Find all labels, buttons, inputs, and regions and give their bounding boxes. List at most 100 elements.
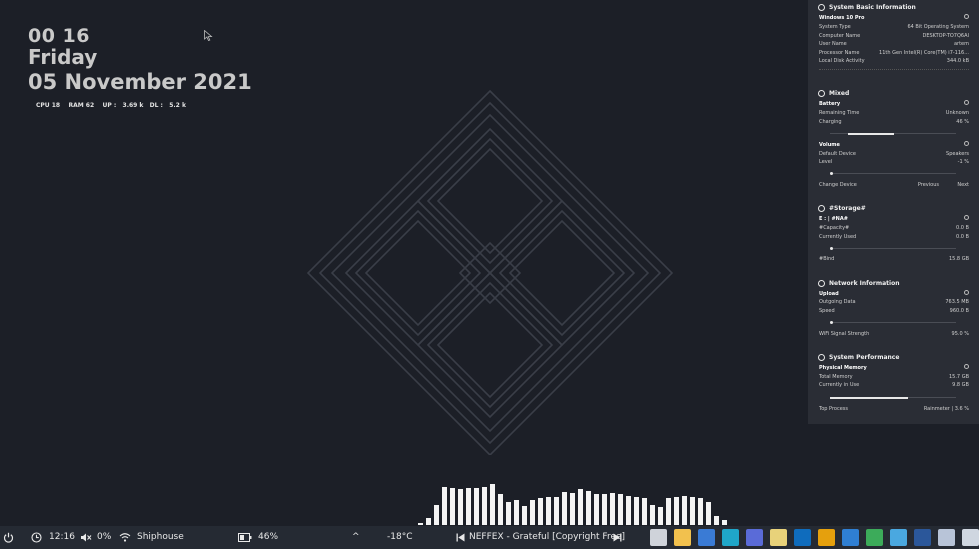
power-icon[interactable] — [3, 532, 14, 543]
network-title[interactable]: Network Information — [818, 280, 899, 287]
visualizer-bar — [682, 496, 687, 525]
visualizer-bar — [698, 498, 703, 525]
system-stats-line: CPU 18 RAM 62 UP : 3.69 k DL : 5.2 k — [36, 102, 186, 109]
store-icon[interactable] — [746, 529, 763, 546]
grid-icon[interactable] — [962, 529, 979, 546]
info-row: Local Disk Activity 344.0 kB — [819, 58, 969, 64]
notes-icon[interactable] — [770, 529, 787, 546]
gear-icon[interactable] — [964, 215, 969, 220]
visualizer-bar — [706, 502, 711, 525]
volume-slider-handle[interactable] — [830, 172, 833, 175]
gear-icon[interactable] — [964, 141, 969, 146]
ghost-icon[interactable] — [938, 529, 955, 546]
circle-icon — [818, 4, 825, 11]
rainmeter-info-panel: System Basic Information Windows 10 Pro … — [808, 0, 979, 424]
info-row: System Type 64 Bit Operating System — [819, 24, 969, 30]
network-bar — [830, 321, 956, 324]
network-bar-dot — [830, 321, 833, 324]
taskbar-clock[interactable]: 12:16 — [49, 526, 75, 549]
speaker-muted-icon[interactable] — [80, 532, 92, 543]
file-explorer-icon[interactable] — [674, 529, 691, 546]
visualizer-bar — [498, 494, 503, 525]
previous-track-icon[interactable] — [456, 533, 465, 542]
info-row: User Name artem — [819, 41, 969, 47]
clock-date: 05 November 2021 — [28, 70, 252, 94]
visualizer-bar — [418, 523, 423, 525]
media-track-title[interactable]: NEFFEX - Grateful [Copyright Free] — [469, 526, 625, 549]
mail-icon[interactable] — [842, 529, 859, 546]
next-link[interactable]: Next — [957, 182, 969, 188]
tablet-app-icon[interactable] — [698, 529, 715, 546]
visualizer-bar — [546, 497, 551, 525]
battery-bar — [830, 132, 956, 135]
visualizer-bar — [434, 505, 439, 525]
outlook-icon[interactable] — [794, 529, 811, 546]
visualizer-bar — [426, 518, 431, 525]
snowflake-icon[interactable] — [890, 529, 907, 546]
edge-icon[interactable] — [722, 529, 739, 546]
visualizer-bar — [618, 494, 623, 525]
battery-icon[interactable] — [238, 533, 252, 542]
word-icon[interactable] — [914, 529, 931, 546]
visualizer-bar — [562, 492, 567, 525]
visualizer-bar — [666, 498, 671, 525]
hub-icon[interactable] — [866, 529, 883, 546]
storage-title[interactable]: #Storage# — [818, 205, 866, 212]
performance-title[interactable]: System Performance — [818, 354, 899, 361]
tray-overflow-caret[interactable]: ^ — [352, 526, 360, 549]
gear-icon[interactable] — [964, 100, 969, 105]
circle-icon — [818, 205, 825, 212]
visualizer-bar — [722, 520, 727, 525]
volume-percent[interactable]: 0% — [97, 526, 111, 549]
wallpaper-knot-logo — [306, 89, 674, 455]
visualizer-bar — [610, 493, 615, 525]
info-row: Remaining Time Unknown — [819, 110, 969, 116]
visualizer-bar — [522, 506, 527, 525]
visualizer-bar — [634, 497, 639, 525]
clock-day: Friday — [28, 45, 98, 69]
plex-icon[interactable] — [818, 529, 835, 546]
free-space-row: #Bind 15.8 GB — [819, 256, 969, 262]
visualizer-bar — [650, 505, 655, 525]
visualizer-bar — [674, 497, 679, 525]
clock-icon[interactable] — [31, 532, 42, 543]
clock-time: 00 16 — [28, 25, 90, 47]
circle-icon — [818, 90, 825, 97]
info-row: Level -1 % — [819, 159, 969, 165]
visualizer-bar — [594, 494, 599, 525]
wifi-row: WiFi Signal Strength 95.0 % — [819, 331, 969, 337]
change-device-link[interactable]: Change Device — [819, 182, 857, 188]
gear-icon[interactable] — [964, 290, 969, 295]
weather-temperature[interactable]: -18°C — [387, 526, 412, 549]
volume-row: Volume — [819, 141, 969, 150]
mouse-cursor-icon — [204, 30, 213, 42]
visualizer-bar — [578, 489, 583, 525]
next-track-icon[interactable] — [613, 533, 622, 542]
battery-percent[interactable]: 46% — [258, 526, 278, 549]
volume-slider[interactable] — [830, 172, 956, 175]
previous-link[interactable]: Previous — [918, 182, 939, 188]
visualizer-bar — [586, 491, 591, 525]
info-row: Total Memory 15.7 GB — [819, 374, 969, 380]
info-row: #Capacity# 0.0 B — [819, 225, 969, 231]
gear-icon[interactable] — [964, 14, 969, 19]
visualizer-bar — [506, 502, 511, 525]
visualizer-bar — [514, 500, 519, 525]
memory-bar — [830, 396, 956, 399]
system-basic-title[interactable]: System Basic Information — [818, 4, 916, 11]
battery-bar-fill — [848, 132, 894, 135]
visualizer-bar — [690, 497, 695, 525]
os-row: Windows 10 Pro — [819, 14, 969, 23]
upload-row: Upload — [819, 290, 969, 299]
section-divider — [819, 69, 969, 73]
network-name[interactable]: Shiphouse — [137, 526, 184, 549]
wifi-icon[interactable] — [119, 532, 131, 543]
visualizer-bar — [626, 496, 631, 525]
visualizer-bar — [490, 484, 495, 525]
info-row: Outgoing Data 763.5 MB — [819, 299, 969, 305]
info-row: Charging 46 % — [819, 119, 969, 125]
mixed-title[interactable]: Mixed — [818, 90, 849, 97]
visualizer-bar — [714, 516, 719, 525]
snipping-tool-icon[interactable] — [650, 529, 667, 546]
gear-icon[interactable] — [964, 364, 969, 369]
